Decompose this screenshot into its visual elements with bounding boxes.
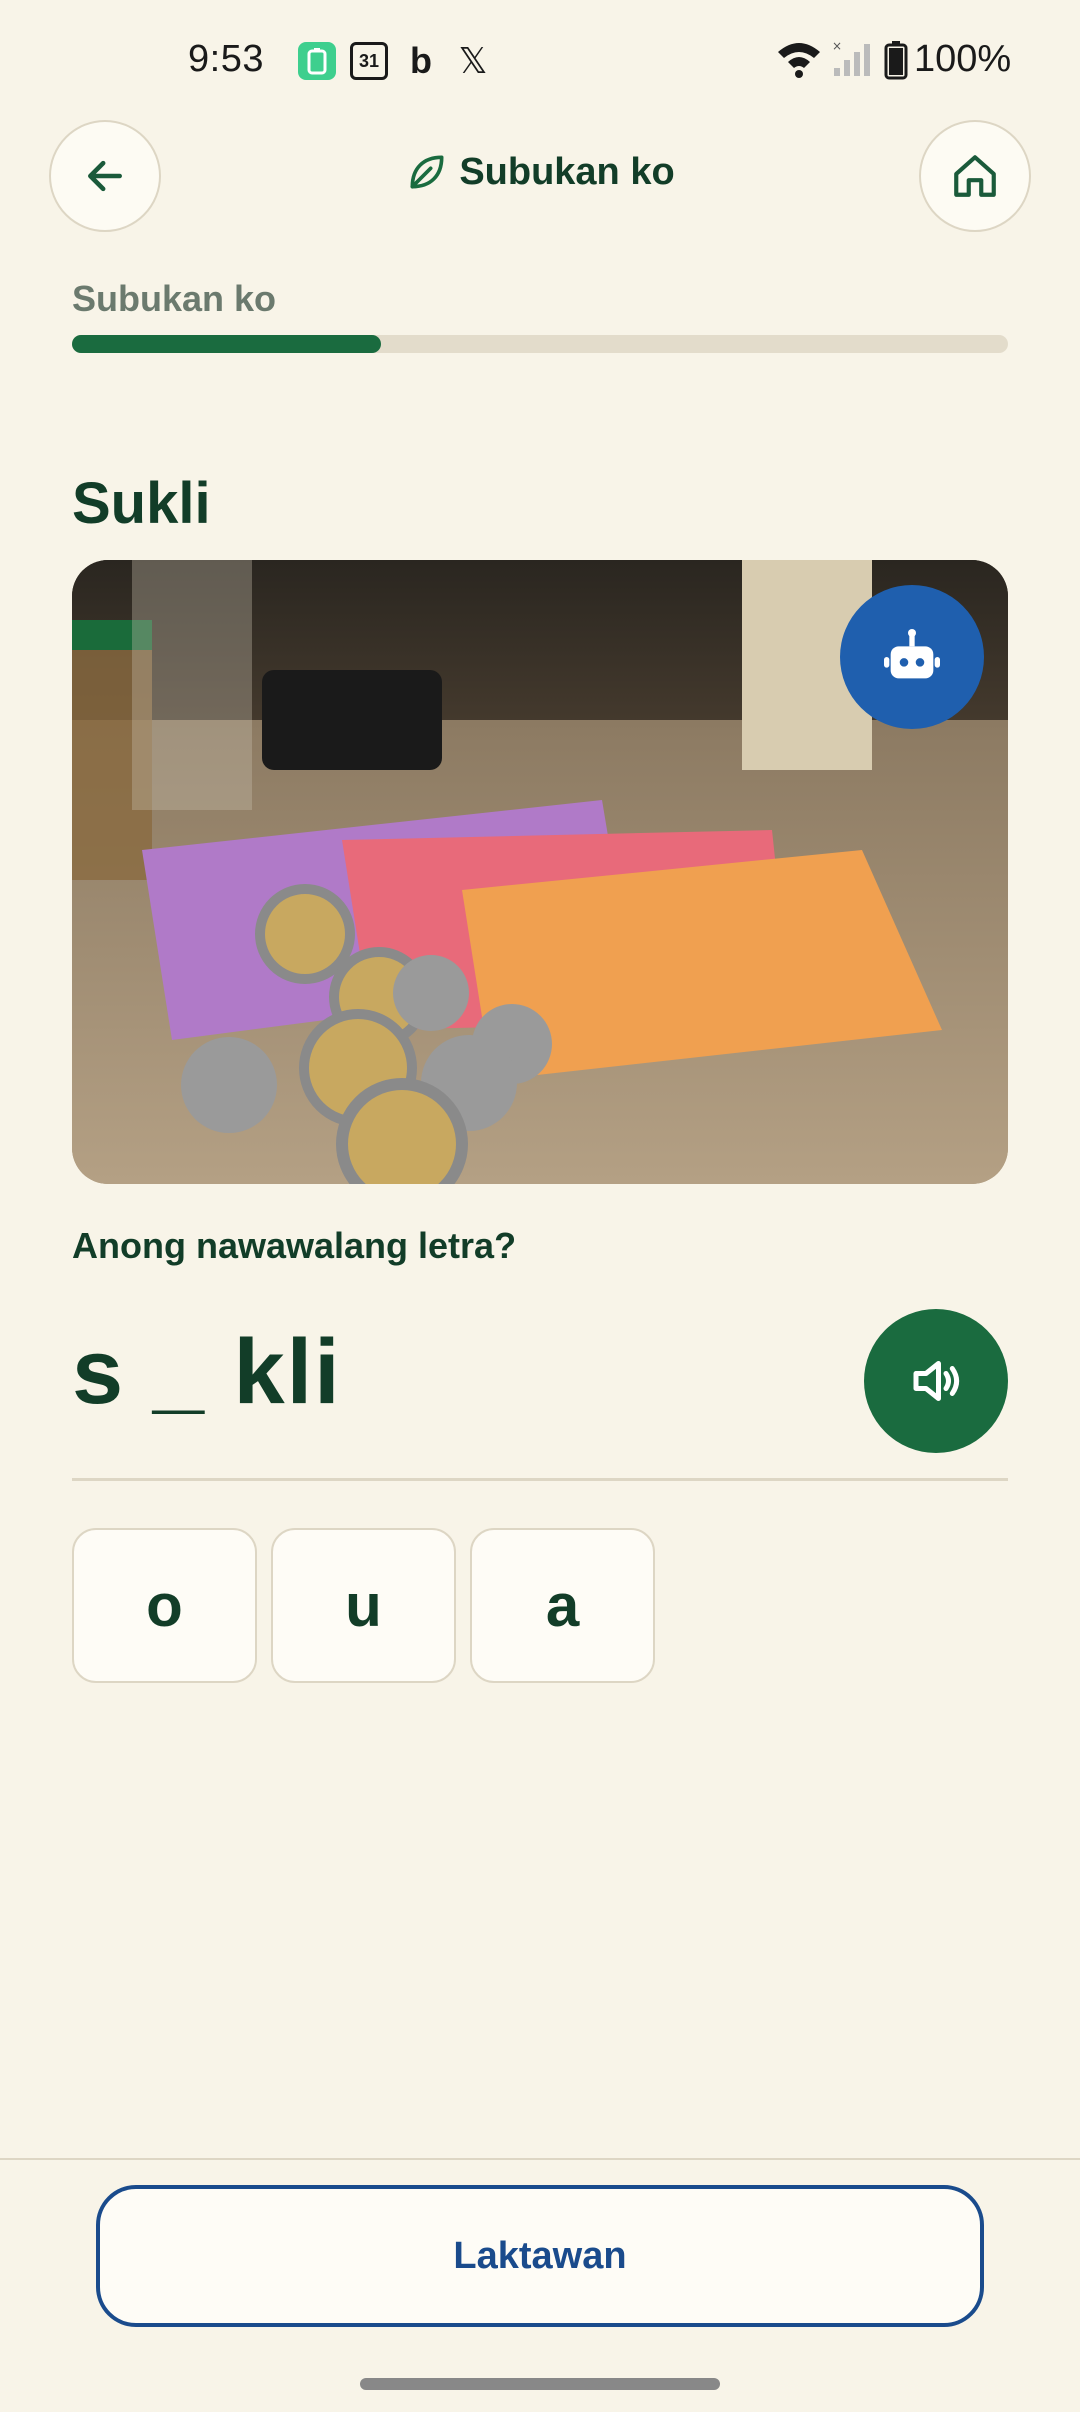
bing-icon: b: [410, 40, 432, 81]
status-bar: 9:53 31 b 𝕏 × 100%: [0, 0, 1080, 125]
battery-percent: 100%: [914, 38, 1012, 80]
wifi-icon: [776, 40, 822, 83]
divider: [72, 1478, 1008, 1481]
leaf-icon: [410, 155, 444, 189]
calendar-icon: 31: [350, 42, 388, 80]
robot-icon: [884, 629, 940, 679]
speaker-icon: [913, 1361, 960, 1401]
word-title: Sukli: [72, 471, 211, 536]
page-title-text: Subukan ko: [459, 150, 675, 193]
signal-icon: ×: [832, 39, 878, 83]
progress-bar: [72, 335, 1008, 353]
status-time: 9:53: [188, 38, 264, 80]
svg-text:×: ×: [832, 40, 842, 53]
progress-fill: [72, 335, 381, 353]
home-button[interactable]: [919, 120, 1031, 232]
answer-choices: o u a: [72, 1528, 655, 1683]
ai-assistant-button[interactable]: [840, 585, 984, 729]
choice-button[interactable]: o: [72, 1528, 257, 1683]
home-icon: [954, 155, 996, 197]
choice-button[interactable]: u: [271, 1528, 456, 1683]
puzzle-word: s _ kli: [72, 1321, 342, 1423]
play-audio-button[interactable]: [864, 1309, 1008, 1453]
skip-button[interactable]: Laktawan: [96, 2185, 984, 2327]
choice-button[interactable]: a: [470, 1528, 655, 1683]
x-twitter-icon: 𝕏: [458, 40, 488, 81]
battery-icon: [884, 40, 908, 85]
home-indicator[interactable]: [360, 2378, 720, 2390]
page-title: Subukan ko: [0, 150, 1080, 194]
progress-label: Subukan ko: [72, 278, 277, 319]
question-text: Anong nawawalang letra?: [72, 1225, 517, 1266]
battery-app-icon: [298, 42, 336, 80]
footer-divider: [0, 2158, 1080, 2160]
